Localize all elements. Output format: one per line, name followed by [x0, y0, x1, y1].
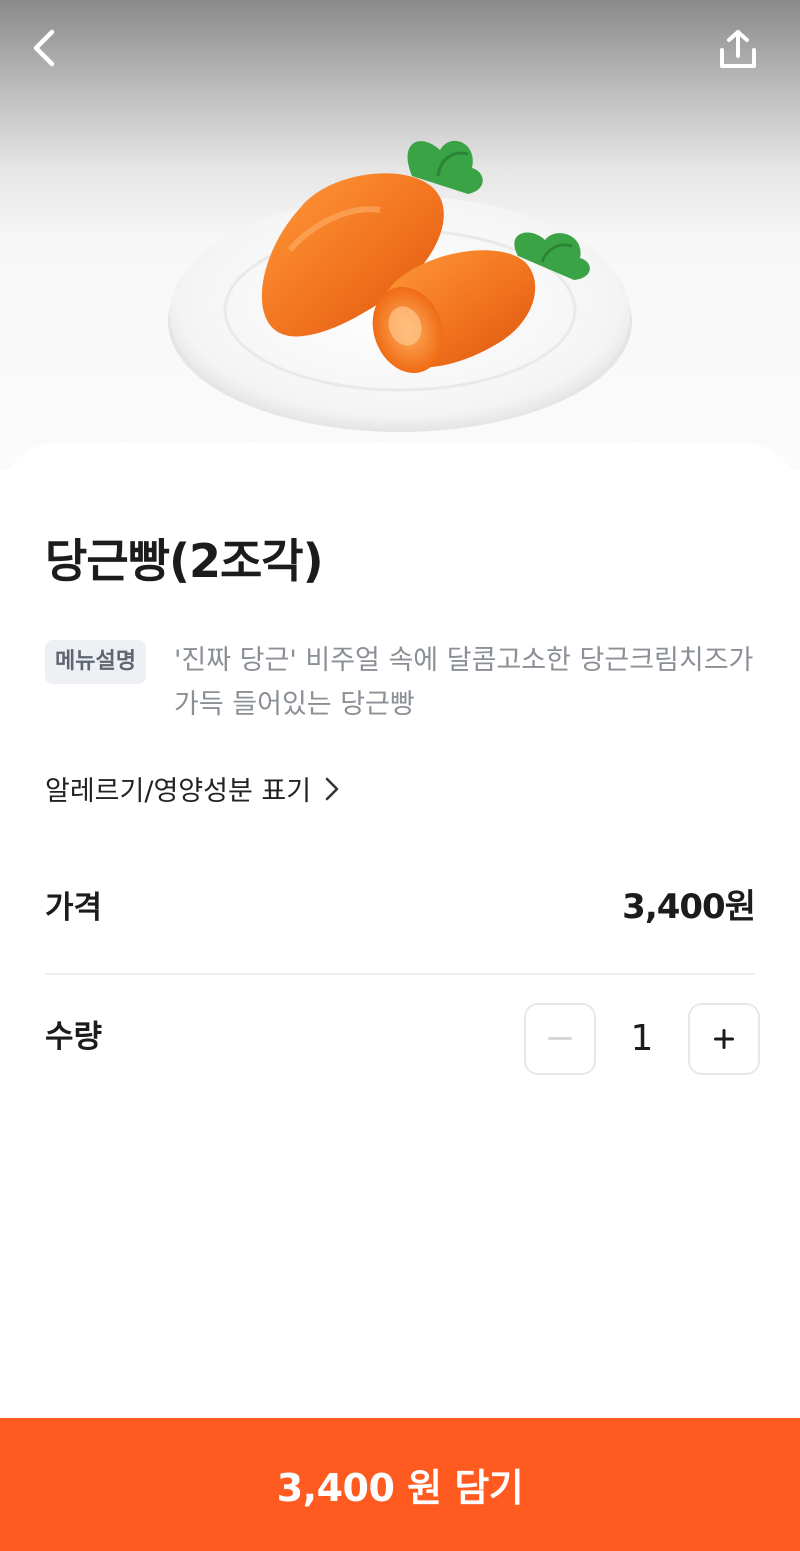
chevron-left-icon [33, 29, 55, 67]
quantity-label: 수량 [45, 1019, 103, 1055]
divider [45, 973, 755, 975]
share-button[interactable] [716, 28, 772, 84]
add-to-cart-label: 3,400 원 담기 [276, 1466, 524, 1510]
description-badge: 메뉴설명 [45, 640, 146, 684]
price-value: 3,400원 [622, 887, 756, 927]
allergy-nutrition-label: 알레르기/영양성분 표기 [45, 776, 312, 807]
product-detail-sheet: 당근빵(2조각) 메뉴설명 '진짜 당근' 비주얼 속에 달콤고소한 당근크림치… [0, 443, 800, 1418]
description-text: '진짜 당근' 비주얼 속에 달콤고소한 당근크림치즈가 가득 들어있는 당근빵 [174, 645, 754, 720]
quantity-stepper: 1 [524, 1003, 760, 1075]
price-label: 가격 [45, 890, 103, 926]
product-image [168, 140, 632, 432]
share-icon [720, 30, 756, 68]
back-button[interactable] [28, 28, 84, 84]
product-title: 당근빵(2조각) [45, 534, 324, 588]
minus-icon [548, 1037, 572, 1040]
chevron-right-icon [325, 777, 339, 800]
quantity-value: 1 [630, 1018, 654, 1059]
allergy-nutrition-link[interactable]: 알레르기/영양성분 표기 [45, 769, 341, 808]
product-hero [0, 0, 800, 470]
increase-quantity-button[interactable] [688, 1003, 760, 1075]
plus-icon [714, 1029, 734, 1049]
add-to-cart-button[interactable]: 3,400 원 담기 [0, 1418, 800, 1551]
decrease-quantity-button[interactable] [524, 1003, 596, 1075]
